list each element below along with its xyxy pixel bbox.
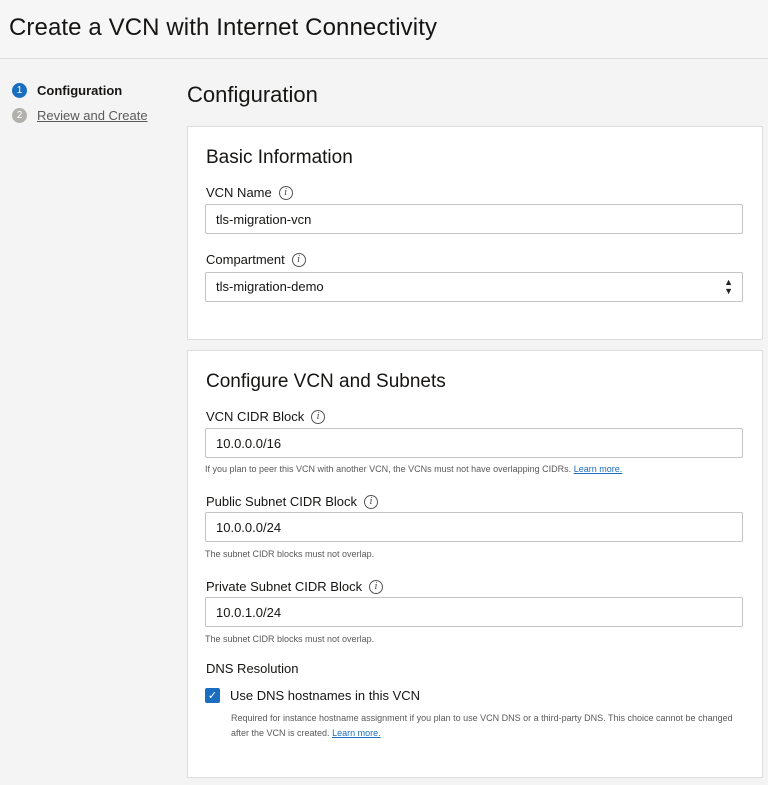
step-link[interactable]: Review and Create [37, 108, 148, 123]
dns-hostnames-checkbox[interactable]: ✓ [205, 688, 220, 703]
info-icon[interactable]: i [364, 494, 379, 509]
dns-hostnames-help: Required for instance hostname assignmen… [231, 711, 751, 741]
vcn-name-label: VCN Name i [206, 185, 293, 200]
compartment-label: Compartment i [206, 252, 306, 267]
section-title: Configuration [187, 82, 318, 107]
select-arrows-icon: ▲ ▼ [724, 277, 733, 296]
page-title: Create a VCN with Internet Connectivity [9, 14, 438, 41]
card-title: Configure VCN and Subnets [206, 371, 446, 392]
vcn-cidr-help: If you plan to peer this VCN with anothe… [205, 464, 622, 474]
vcn-name-input[interactable] [205, 204, 743, 234]
label-text: VCN Name [206, 185, 272, 200]
private-subnet-label: Private Subnet CIDR Block i [206, 579, 384, 594]
public-subnet-label: Public Subnet CIDR Block i [206, 494, 379, 509]
vcn-subnets-card: Configure VCN and Subnets VCN CIDR Block… [187, 350, 763, 778]
page-header: Create a VCN with Internet Connectivity [0, 0, 768, 59]
step-number-icon: 2 [12, 107, 27, 123]
card-title: Basic Information [206, 147, 353, 168]
step-configuration[interactable]: 1 Configuration [12, 81, 148, 99]
private-subnet-help: The subnet CIDR blocks must not overlap. [205, 634, 375, 644]
label-text: Private Subnet CIDR Block [206, 579, 363, 594]
select-value: tls-migration-demo [216, 279, 324, 294]
vcn-cidr-label: VCN CIDR Block i [206, 409, 326, 424]
label-text: Public Subnet CIDR Block [206, 494, 358, 509]
wizard-steps: 1 Configuration 2 Review and Create [12, 81, 148, 131]
step-review-and-create[interactable]: 2 Review and Create [12, 106, 148, 124]
public-subnet-input[interactable] [205, 512, 743, 542]
learn-more-link[interactable]: Learn more. [574, 464, 623, 474]
basic-information-card: Basic Information VCN Name i Compartment… [187, 126, 763, 340]
help-text: If you plan to peer this VCN with anothe… [205, 464, 572, 474]
label-text: VCN CIDR Block [206, 409, 305, 424]
info-icon[interactable]: i [291, 252, 306, 267]
info-icon[interactable]: i [278, 185, 293, 200]
learn-more-link[interactable]: Learn more. [332, 728, 381, 738]
step-label: Configuration [37, 82, 123, 98]
help-text: Required for instance hostname assignmen… [231, 713, 733, 738]
vcn-cidr-input[interactable] [205, 428, 743, 458]
checkbox-label[interactable]: Use DNS hostnames in this VCN [230, 688, 420, 703]
info-icon[interactable]: i [369, 579, 384, 594]
info-icon[interactable]: i [311, 409, 326, 424]
private-subnet-input[interactable] [205, 597, 743, 627]
step-number-icon: 1 [12, 82, 27, 98]
label-text: Compartment [206, 252, 285, 267]
dns-resolution-label: DNS Resolution [206, 661, 299, 676]
compartment-select[interactable]: tls-migration-demo ▲ ▼ [205, 272, 743, 302]
dns-hostnames-checkbox-row[interactable]: ✓ Use DNS hostnames in this VCN [205, 688, 420, 703]
public-subnet-help: The subnet CIDR blocks must not overlap. [205, 549, 375, 559]
